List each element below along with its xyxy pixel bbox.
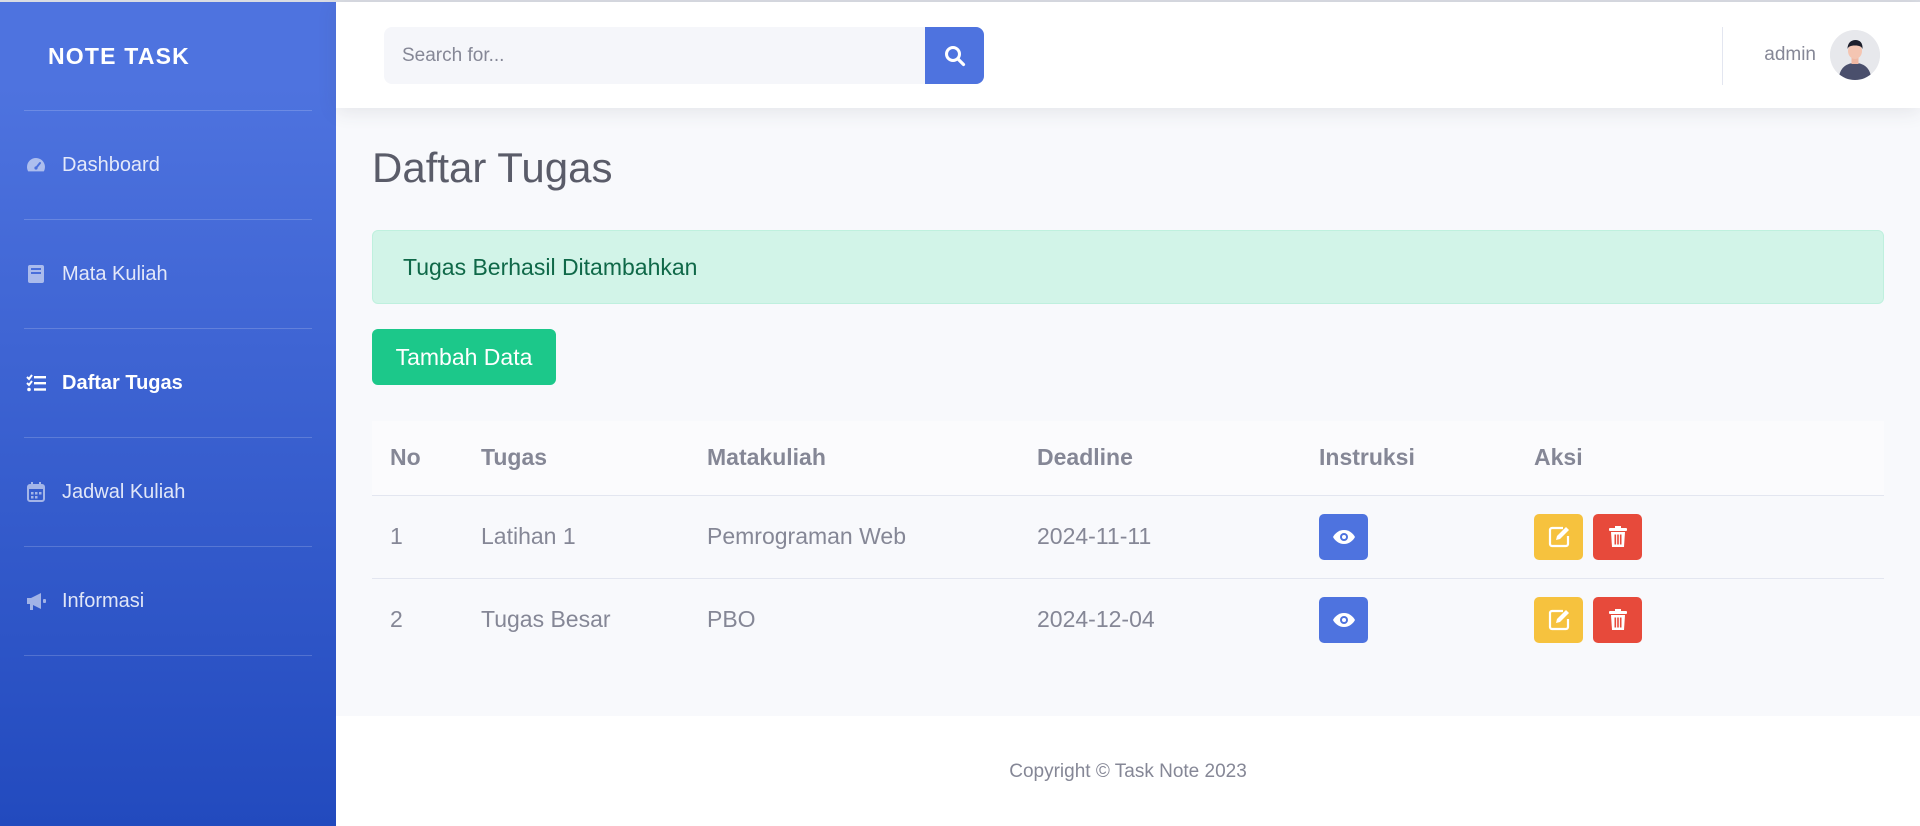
alert-text: Tugas Berhasil Ditambahkan [403,253,698,280]
cell-matakuliah: Pemrograman Web [689,495,1019,579]
sidebar-item-informasi[interactable]: Informasi [0,547,336,655]
cell-matakuliah: PBO [707,606,756,633]
trash-icon [1608,608,1627,631]
search-button[interactable] [925,27,984,84]
eye-icon [1332,529,1356,545]
trash-icon [1608,525,1627,548]
cell-aksi [1516,578,1884,661]
sidebar-item-daftar-tugas[interactable]: Daftar Tugas [0,329,336,437]
sidebar-item-label: Informasi [62,589,145,612]
sidebar-item-label: Mata Kuliah [62,262,168,285]
sidebar-item-label: Jadwal Kuliah [62,480,186,503]
search-input[interactable] [384,27,925,84]
avatar [1830,30,1880,80]
column-header-no: No [372,421,463,496]
column-header-instruksi: Instruksi [1301,421,1516,496]
edit-button[interactable] [1534,596,1583,643]
eye-icon [1332,612,1356,628]
sidebar: NOTE TASK Dashboard Mata Kuliah Daftar T… [0,2,336,826]
edit-icon [1548,609,1570,631]
view-instruction-button[interactable] [1319,596,1368,643]
cell-deadline: 2024-12-04 [1037,606,1155,633]
cell-no: 1 [372,495,463,579]
copyright-text: Copyright © Task Note 2023 [1009,761,1247,782]
search-form [384,27,984,84]
cell-tugas: Tugas Besar [481,606,611,633]
book-icon [24,262,48,286]
column-header-tugas: Tugas [463,421,689,496]
sidebar-item-label: Dashboard [62,153,160,176]
sidebar-item-jadwal-kuliah[interactable]: Jadwal Kuliah [0,438,336,546]
sidebar-item-label: Daftar Tugas [62,371,183,394]
sidebar-item-mata-kuliah[interactable]: Mata Kuliah [0,220,336,328]
column-header-deadline: Deadline [1019,421,1301,496]
add-data-button[interactable]: Tambah Data [372,329,556,385]
topbar-divider [1722,27,1723,85]
cell-instruksi [1301,578,1516,661]
cell-no: 2 [390,606,403,633]
edit-icon [1548,526,1570,548]
delete-button[interactable] [1593,513,1643,560]
main-content: Daftar Tugas Tugas Berhasil Ditambahkan … [336,108,1920,716]
tachometer-icon [24,153,48,177]
cell-aksi [1516,495,1884,579]
cell-tugas: Latihan 1 [463,495,689,579]
tasks-icon [24,371,48,395]
sidebar-divider [24,655,312,656]
column-header-matakuliah: Matakuliah [689,421,1019,496]
topbar: admin [336,2,1920,108]
view-instruction-button[interactable] [1319,513,1368,560]
task-table: No Tugas Matakuliah Deadline Instruksi A… [372,421,1884,661]
page-title: Daftar Tugas [372,144,613,191]
table-row: 1 Latihan 1 Pemrograman Web 2024-11-11 [372,495,1884,579]
edit-button[interactable] [1534,513,1583,560]
delete-button[interactable] [1593,596,1643,643]
table-header-row: No Tugas Matakuliah Deadline Instruksi A… [372,421,1884,496]
search-icon [944,45,966,67]
bullhorn-icon [24,589,48,613]
user-name: admin [1764,44,1816,65]
user-menu[interactable]: admin [1764,30,1880,80]
cell-deadline: 2024-11-11 [1019,495,1301,579]
sidebar-item-dashboard[interactable]: Dashboard [0,111,336,219]
cell-instruksi [1301,495,1516,579]
column-header-aksi: Aksi [1516,421,1884,496]
table-row: 2 Tugas Besar PBO 2024-12-04 [372,578,1884,661]
footer: Copyright © Task Note 2023 [336,716,1920,826]
brand-logo[interactable]: NOTE TASK [0,2,336,110]
calendar-icon [24,480,48,504]
success-alert: Tugas Berhasil Ditambahkan [372,230,1884,304]
